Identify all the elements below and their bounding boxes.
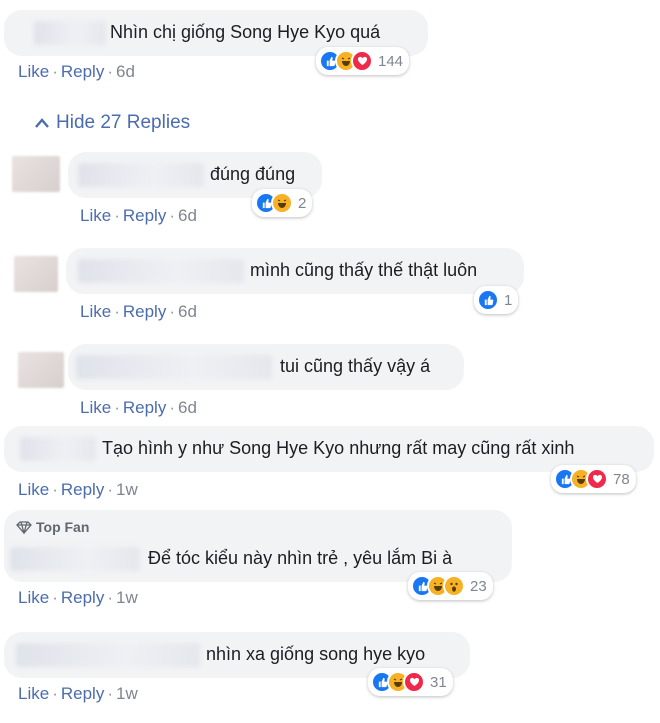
- love-icon: [403, 671, 425, 693]
- reaction-count: 23: [470, 577, 487, 595]
- reactions-summary[interactable]: 31: [368, 668, 453, 696]
- redacted-author-name: [34, 21, 106, 45]
- haha-icon: [271, 192, 293, 214]
- timestamp[interactable]: 1w: [116, 588, 138, 607]
- timestamp[interactable]: 1w: [116, 684, 138, 703]
- separator: ·: [52, 62, 58, 81]
- comment-text: tui cũng thấy vậy á: [280, 356, 431, 376]
- comment-text: mình cũng thấy thế thật luôn: [250, 260, 478, 280]
- separator: ·: [107, 684, 113, 703]
- comment-actions: Like · Reply · 1w: [18, 588, 138, 608]
- like-link[interactable]: Like: [80, 302, 111, 321]
- comment-actions: Like · Reply · 1w: [18, 480, 138, 500]
- comment-actions: Like · Reply · 6d: [80, 206, 197, 226]
- top-fan-badge: Top Fan: [16, 519, 90, 536]
- separator: ·: [52, 480, 58, 499]
- separator: ·: [114, 398, 120, 417]
- redacted-author-name: [10, 547, 140, 571]
- redacted-author-name: [16, 643, 200, 667]
- timestamp[interactable]: 6d: [178, 302, 197, 321]
- chevron-up-icon: [35, 118, 49, 128]
- top-fan-label: Top Fan: [36, 519, 90, 535]
- separator: ·: [107, 588, 113, 607]
- comment-bubble: Tạo hình y như Song Hye Kyo nhưng rất ma…: [4, 426, 654, 472]
- like-link[interactable]: Like: [80, 398, 111, 417]
- comment-bubble: tui cũng thấy vậy á: [68, 344, 464, 390]
- avatar[interactable]: [18, 352, 64, 388]
- comment-actions: Like · Reply · 6d: [80, 302, 197, 322]
- reply-link[interactable]: Reply: [123, 398, 166, 417]
- love-icon: [586, 468, 608, 490]
- reactions-summary[interactable]: 78: [551, 465, 636, 493]
- reaction-count: 2: [298, 194, 307, 212]
- reactions-summary[interactable]: 1: [474, 286, 519, 314]
- like-link[interactable]: Like: [18, 62, 49, 81]
- hide-replies-link[interactable]: Hide 27 Replies: [34, 112, 190, 134]
- separator: ·: [169, 398, 175, 417]
- like-link[interactable]: Like: [80, 206, 111, 225]
- avatar[interactable]: [12, 156, 60, 192]
- separator: ·: [169, 302, 175, 321]
- love-icon: [351, 50, 373, 72]
- like-icon: [477, 289, 499, 311]
- comment-actions: Like · Reply · 1w: [18, 684, 138, 704]
- separator: ·: [114, 206, 120, 225]
- comment-text: nhìn xa giống song hye kyo: [206, 644, 426, 664]
- separator: ·: [52, 588, 58, 607]
- avatar[interactable]: [14, 256, 58, 292]
- reaction-count: 31: [430, 673, 447, 691]
- comment-text: Để tóc kiểu này nhìn trẻ , yêu lắm Bi à: [148, 548, 453, 568]
- wow-icon: [443, 575, 465, 597]
- redacted-author-name: [20, 437, 96, 461]
- like-link[interactable]: Like: [18, 684, 49, 703]
- reply-link[interactable]: Reply: [123, 302, 166, 321]
- diamond-icon: [16, 521, 32, 536]
- separator: ·: [107, 62, 113, 81]
- comment-bubble: mình cũng thấy thế thật luôn: [66, 248, 524, 294]
- reply-link[interactable]: Reply: [61, 480, 104, 499]
- reactions-summary[interactable]: 23: [408, 572, 493, 600]
- comment-text: đúng đúng: [210, 164, 296, 184]
- reply-link[interactable]: Reply: [123, 206, 166, 225]
- separator: ·: [107, 480, 113, 499]
- reaction-count: 1: [504, 291, 513, 309]
- timestamp[interactable]: 6d: [178, 398, 197, 417]
- redacted-author-name: [76, 355, 272, 379]
- like-link[interactable]: Like: [18, 588, 49, 607]
- reply-link[interactable]: Reply: [61, 588, 104, 607]
- comment-actions: Like · Reply · 6d: [80, 398, 197, 418]
- comment-actions: Like · Reply · 6d: [18, 62, 135, 82]
- separator: ·: [114, 302, 120, 321]
- timestamp[interactable]: 6d: [116, 62, 135, 81]
- reply-link[interactable]: Reply: [61, 62, 104, 81]
- separator: ·: [169, 206, 175, 225]
- reply-link[interactable]: Reply: [61, 684, 104, 703]
- timestamp[interactable]: 6d: [178, 206, 197, 225]
- redacted-author-name: [78, 163, 204, 187]
- comment-text: Nhìn chị giống Song Hye Kyo quá: [110, 22, 381, 42]
- redacted-author-name: [78, 259, 244, 283]
- reactions-summary[interactable]: 2: [252, 189, 313, 217]
- comment-text: Tạo hình y như Song Hye Kyo nhưng rất ma…: [102, 438, 575, 458]
- like-link[interactable]: Like: [18, 480, 49, 499]
- reaction-count: 144: [378, 52, 404, 70]
- hide-replies-label: Hide 27 Replies: [56, 112, 191, 133]
- reactions-summary[interactable]: 144: [316, 47, 410, 75]
- timestamp[interactable]: 1w: [116, 480, 138, 499]
- reaction-count: 78: [613, 470, 630, 488]
- separator: ·: [52, 684, 58, 703]
